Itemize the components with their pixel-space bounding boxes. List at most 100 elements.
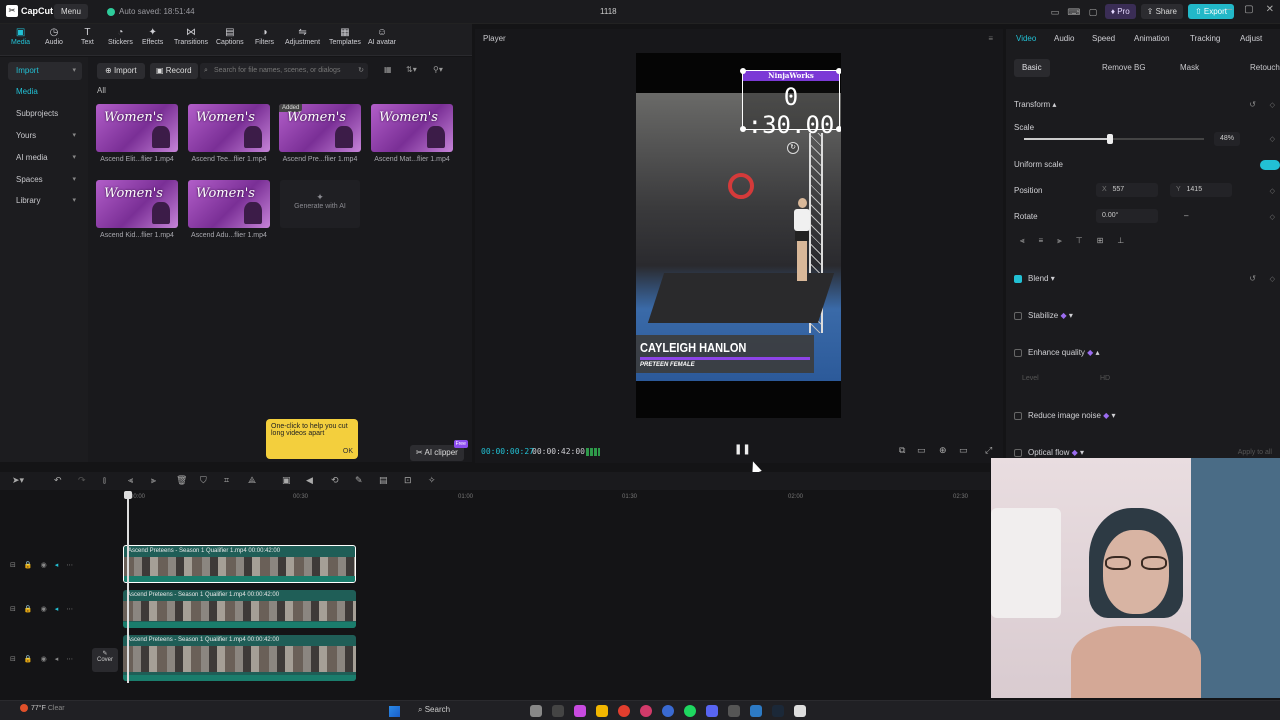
spotify-icon[interactable] — [684, 705, 696, 717]
fullscreen-icon[interactable]: ⤢ — [985, 445, 992, 456]
filter-icon[interactable]: ⚲▾ — [433, 65, 443, 74]
generate-with-ai-button[interactable]: ✦ Generate with AI — [280, 180, 360, 228]
steam-icon[interactable] — [772, 705, 784, 717]
all-filter-label[interactable]: All — [97, 86, 106, 95]
align-right-icon[interactable]: ⫸ — [1057, 236, 1062, 248]
reset-icon[interactable]: ↺ — [1249, 100, 1256, 109]
player-menu-icon[interactable]: ≡ — [988, 34, 993, 43]
media-item[interactable]: Women's Ascend Mat...flier 1.mp4 — [371, 104, 453, 163]
delete-icon[interactable]: 🗑 — [176, 475, 187, 486]
zoom-icon[interactable]: ⊕ — [939, 445, 947, 456]
cover-button[interactable]: ✎ Cover — [92, 648, 118, 672]
subtab-basic[interactable]: Basic — [1014, 59, 1050, 77]
resize-handle[interactable] — [740, 126, 746, 132]
tool-ai-avatar[interactable]: ☺ AI avatar — [368, 27, 396, 46]
app-icon[interactable] — [552, 705, 564, 717]
track-menu-icon[interactable]: ⊟ — [10, 605, 16, 613]
grid-view-icon[interactable]: ▦ — [384, 65, 392, 74]
magic-icon[interactable]: ✧ — [428, 475, 436, 486]
chrome-icon[interactable] — [618, 705, 630, 717]
tab-adjust[interactable]: Adjust — [1240, 34, 1262, 43]
flip-button[interactable]: – — [1184, 211, 1188, 220]
edit-icon[interactable]: ✎ — [355, 475, 363, 486]
crop-tool-icon[interactable]: ⌗ — [224, 475, 229, 486]
subtab-retouch[interactable]: Retouch — [1242, 59, 1280, 77]
video-preview[interactable]: NinjaWorks 0 :30.00 ↻ CAYLEIGH HANLON PR… — [636, 53, 841, 418]
tab-animation[interactable]: Animation — [1134, 34, 1170, 43]
minimize-icon[interactable]: – — [1227, 4, 1233, 15]
timeline-clip[interactable]: Ascend Preteens - Season 1 Qualifier 1.m… — [123, 545, 356, 583]
windows-start-icon[interactable] — [389, 706, 400, 717]
more-icon[interactable]: ⋯ — [66, 655, 73, 663]
visibility-icon[interactable]: ◉ — [41, 655, 47, 663]
maximize-icon[interactable]: ▢ — [1244, 4, 1253, 15]
enhance-section[interactable]: Enhance quality ◆ ▴ — [1028, 348, 1100, 357]
keyframe-icon[interactable]: ◇ — [1270, 135, 1275, 143]
timecode-grid-icon[interactable] — [586, 448, 600, 456]
smart-cut-icon[interactable]: ⊡ — [404, 475, 412, 486]
timer-overlay[interactable]: NinjaWorks 0 :30.00 — [740, 68, 841, 139]
timeline-clip[interactable]: Ascend Preteens - Season 1 Qualifier 1.m… — [123, 635, 356, 681]
lock-icon[interactable]: 🔒 — [24, 655, 33, 663]
optical-flow-section[interactable]: Optical flow ◆ ▾ — [1028, 448, 1084, 457]
freeze-icon[interactable]: ▣ — [282, 475, 291, 486]
app-icon[interactable] — [640, 705, 652, 717]
media-search-input[interactable]: ⌕ Search for file names, scenes, or dialo… — [200, 63, 368, 79]
sidebar-item-ai-media[interactable]: AI media ▾ — [8, 149, 82, 167]
tool-stickers[interactable]: ◔ Stickers — [108, 27, 133, 46]
tab-video[interactable]: Video — [1016, 34, 1036, 43]
taskbar-search[interactable]: ⌕ Search — [418, 705, 450, 715]
app-icon[interactable] — [662, 705, 674, 717]
align-middle-icon[interactable]: ⊞ — [1097, 236, 1104, 248]
tool-adjustment[interactable]: ⇋ Adjustment — [285, 27, 320, 46]
tab-audio[interactable]: Audio — [1054, 34, 1074, 43]
share-button[interactable]: ⇪ Share — [1140, 4, 1183, 19]
refresh-icon[interactable]: ↻ — [358, 63, 364, 79]
app-icon[interactable] — [750, 705, 762, 717]
tool-transitions[interactable]: ⋈ Transitions — [174, 27, 208, 46]
scale-value-field[interactable]: 48% — [1214, 132, 1241, 146]
scale-slider-knob[interactable] — [1107, 134, 1114, 144]
keyframe-icon[interactable]: ◇ — [1270, 101, 1275, 109]
split-right-icon[interactable]: ⫸ — [151, 475, 156, 486]
align-center-icon[interactable]: ≡ — [1039, 236, 1044, 248]
pause-button[interactable]: ❚❚ — [734, 444, 751, 455]
sidebar-item-library[interactable]: Library ▾ — [8, 192, 82, 210]
timeline-ruler[interactable]: 00:00 00:30 01:00 01:30 02:00 02:30 — [0, 492, 990, 504]
captions-tool-icon[interactable]: ▤ — [379, 475, 388, 486]
ai-clipper-button[interactable]: ✂ AI clipper Free — [410, 440, 468, 461]
layout-icon[interactable]: ▭ — [1048, 5, 1062, 19]
position-y-field[interactable]: Y 1415 — [1170, 183, 1232, 197]
media-item[interactable]: Women's Ascend Elit...flier 1.mp4 — [96, 104, 178, 163]
scale-slider[interactable] — [1024, 134, 1204, 144]
weather-widget[interactable]: 77°F Clear — [20, 704, 65, 712]
position-x-field[interactable]: X 557 — [1096, 183, 1158, 197]
tool-media[interactable]: ▣ Media — [11, 27, 30, 46]
more-icon[interactable]: ⋯ — [66, 605, 73, 613]
subtab-remove-bg[interactable]: Remove BG — [1094, 59, 1154, 77]
visibility-icon[interactable]: ◉ — [41, 605, 47, 613]
sort-icon[interactable]: ⇅▾ — [406, 65, 417, 74]
tool-captions[interactable]: ▤ Captions — [216, 27, 244, 46]
folder-icon[interactable] — [596, 705, 608, 717]
track-menu-icon[interactable]: ⊟ — [10, 655, 16, 663]
ratio-icon[interactable]: ▭ — [959, 445, 968, 456]
tool-text[interactable]: T Text — [81, 27, 94, 46]
menu-button[interactable]: Menu — [54, 4, 88, 19]
align-left-icon[interactable]: ⫷ — [1020, 236, 1025, 248]
discord-icon[interactable] — [706, 705, 718, 717]
more-icon[interactable]: ⋯ — [66, 561, 73, 569]
audio-split-icon[interactable]: ◀ — [306, 475, 313, 486]
media-item[interactable]: Women's Ascend Adu...flier 1.mp4 — [188, 180, 270, 239]
resize-handle[interactable] — [836, 126, 841, 132]
quality-icon[interactable]: ▭ — [917, 445, 926, 456]
tool-effects[interactable]: ✦ Effects — [142, 27, 163, 46]
mirror-icon[interactable]: ⟁ — [248, 475, 256, 486]
audio-toggle-icon[interactable]: ◂ — [55, 655, 59, 663]
keyframe-icon[interactable]: ◇ — [1270, 187, 1275, 195]
track-menu-icon[interactable]: ⊟ — [10, 561, 16, 569]
keyframe-icon[interactable]: ◇ — [1270, 275, 1275, 283]
audio-toggle-icon[interactable]: ◂ — [55, 605, 59, 613]
audio-toggle-icon[interactable]: ◂ — [55, 561, 59, 569]
tool-templates[interactable]: ▦ Templates — [329, 27, 361, 46]
